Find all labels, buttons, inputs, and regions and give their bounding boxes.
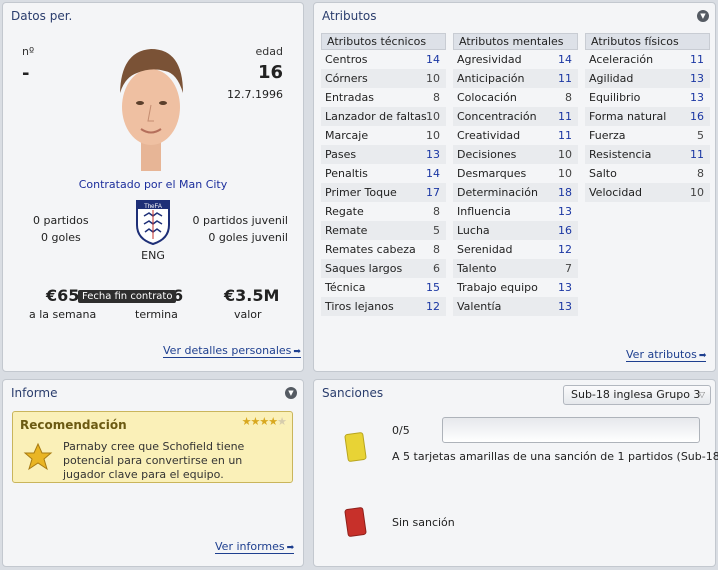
contract-text[interactable]: Contratado por el Man City bbox=[3, 178, 303, 191]
red-card-icon bbox=[344, 506, 367, 538]
attr-row: Talento 7 bbox=[453, 259, 578, 278]
half-star-icon: ★ bbox=[277, 415, 287, 428]
age-label: edad bbox=[255, 45, 283, 58]
value-label: valor bbox=[234, 308, 262, 321]
attr-row: Agresividad 14 bbox=[457, 53, 572, 66]
attr-row: Forma natural 16 bbox=[585, 107, 710, 126]
attributes-chevron-down-icon[interactable]: ▼ bbox=[697, 10, 709, 22]
yellow-card-text: A 5 tarjetas amarillas de una sanción de… bbox=[392, 450, 718, 463]
mental-column: Atributos mentales Agresividad 14 Anticip… bbox=[453, 33, 578, 316]
arrow-right-icon: ➡ bbox=[286, 543, 295, 553]
expiry-label: termina bbox=[135, 308, 178, 321]
report-link[interactable]: Ver informes ➡ bbox=[215, 540, 295, 554]
sanctions-panel: Sanciones Sub-18 inglesa Grupo 3 ▽ bbox=[313, 379, 716, 567]
attr-row: Remates cabeza 8 bbox=[325, 243, 440, 256]
attr-row: Regate 8 bbox=[325, 205, 440, 218]
physical-header: Atributos físicos bbox=[585, 33, 710, 50]
recommendation-text: Parnaby cree que Schofield tiene potenci… bbox=[63, 440, 245, 481]
yellow-progress-bar bbox=[442, 417, 700, 443]
mental-header: Atributos mentales bbox=[453, 33, 578, 50]
personal-panel: Datos per. nº - edad 16 12.7.1996 Contra… bbox=[2, 2, 304, 372]
competition-dropdown-label: Sub-18 inglesa Grupo 3 bbox=[571, 388, 701, 401]
attr-row: Velocidad 10 bbox=[585, 183, 710, 202]
chevron-down-icon: ▽ bbox=[698, 390, 705, 399]
attr-row: Decisiones 10 bbox=[453, 145, 578, 164]
attr-row: Concentración 11 bbox=[453, 107, 578, 126]
attr-row: Resistencia 11 bbox=[585, 145, 710, 164]
attr-row: Serenidad 12 bbox=[457, 243, 572, 256]
report-chevron-down-icon[interactable]: ▼ bbox=[285, 387, 297, 399]
value-value: €3.5M bbox=[224, 286, 280, 305]
attr-row: Creatividad 11 bbox=[457, 129, 572, 142]
matches-stat: 0 partidos bbox=[33, 214, 89, 227]
expiry-tooltip: Fecha fin contrato bbox=[78, 290, 177, 303]
player-photo bbox=[120, 49, 183, 171]
attributes-link[interactable]: Ver atributos ➡ bbox=[626, 348, 707, 362]
attr-row: Entradas 8 bbox=[325, 91, 440, 104]
attr-row: Determinación 18 bbox=[453, 183, 578, 202]
sanctions-title: Sanciones bbox=[322, 386, 384, 400]
wage-label: a la semana bbox=[29, 308, 97, 321]
attr-row: Saques largos 6 bbox=[321, 259, 446, 278]
attr-row: Fuerza 5 bbox=[589, 129, 704, 142]
technical-header: Atributos técnicos bbox=[321, 33, 446, 50]
attr-row: Penaltis 14 bbox=[325, 167, 440, 180]
age-value: 16 bbox=[257, 62, 283, 83]
attr-row: Aceleración 11 bbox=[589, 53, 704, 66]
svg-text:TheFA: TheFA bbox=[144, 204, 162, 210]
recommendation-box: Recomendación ★★★★★ Parnaby cree que Sch… bbox=[12, 411, 293, 483]
birth-date: 12.7.1996 bbox=[227, 88, 283, 101]
attr-row: Primer Toque 17 bbox=[321, 183, 446, 202]
attr-row: Remate 5 bbox=[321, 221, 446, 240]
attr-row: Colocación 8 bbox=[457, 91, 572, 104]
star-icon: ★ bbox=[241, 415, 252, 428]
number-label: nº bbox=[22, 45, 35, 58]
report-title: Informe bbox=[11, 386, 58, 400]
number-value: - bbox=[22, 63, 30, 84]
attr-row: Agilidad 13 bbox=[585, 69, 710, 88]
attr-row: Lanzador de faltas 10 bbox=[321, 107, 446, 126]
report-link-label: Ver informes bbox=[215, 540, 285, 553]
attr-row: Valentía 13 bbox=[453, 297, 578, 316]
attr-row: Tiros lejanos 12 bbox=[321, 297, 446, 316]
youth-goals-stat: 0 goles juvenil bbox=[208, 231, 288, 244]
physical-column: Atributos físicos Aceleración 11 Agilidad… bbox=[585, 33, 710, 202]
attr-row: Salto 8 bbox=[589, 167, 704, 180]
red-card-text: Sin sanción bbox=[392, 516, 455, 529]
attr-row: Anticipación 11 bbox=[453, 69, 578, 88]
attr-row: Técnica 15 bbox=[325, 281, 440, 294]
arrow-right-icon: ➡ bbox=[698, 351, 707, 361]
personal-title: Datos per. bbox=[11, 9, 73, 23]
attr-row: Equilibrio 13 bbox=[589, 91, 704, 104]
competition-dropdown[interactable]: Sub-18 inglesa Grupo 3 ▽ bbox=[563, 385, 711, 405]
personal-details-link-label: Ver detalles personales bbox=[163, 344, 292, 357]
personal-details-link[interactable]: Ver detalles personales ➡ bbox=[163, 344, 301, 358]
attr-row: Pases 13 bbox=[321, 145, 446, 164]
fa-badge-icon: TheFA bbox=[136, 200, 170, 245]
yellow-card-icon bbox=[344, 431, 367, 463]
technical-column: Atributos técnicos Centros 14 Córners 10 E… bbox=[321, 33, 446, 316]
youth-matches-stat: 0 partidos juvenil bbox=[192, 214, 288, 227]
attributes-panel: Atributos ▼ Atributos técnicos Centros 14… bbox=[313, 2, 716, 372]
star-icon: ★ bbox=[259, 415, 269, 428]
goals-stat: 0 goles bbox=[41, 231, 81, 244]
attr-row: Córners 10 bbox=[321, 69, 446, 88]
wage-value: €65 bbox=[46, 286, 80, 305]
attr-row: Centros 14 bbox=[325, 53, 440, 66]
star-icon: ★ bbox=[268, 415, 278, 428]
attr-row: Desmarques 10 bbox=[457, 167, 572, 180]
star-icon bbox=[23, 442, 53, 471]
yellow-count: 0/5 bbox=[392, 424, 410, 437]
attributes-title: Atributos bbox=[322, 9, 377, 23]
attr-row: Influencia 13 bbox=[457, 205, 572, 218]
attributes-link-label: Ver atributos bbox=[626, 348, 697, 361]
nation-code: ENG bbox=[141, 249, 165, 262]
star-rating: ★★★★★ bbox=[241, 415, 287, 428]
arrow-right-icon: ➡ bbox=[293, 347, 301, 357]
attr-row: Lucha 16 bbox=[453, 221, 578, 240]
recommendation-title: Recomendación bbox=[20, 418, 127, 432]
attr-row: Trabajo equipo 13 bbox=[457, 281, 572, 294]
attr-row: Marcaje 10 bbox=[325, 129, 440, 142]
